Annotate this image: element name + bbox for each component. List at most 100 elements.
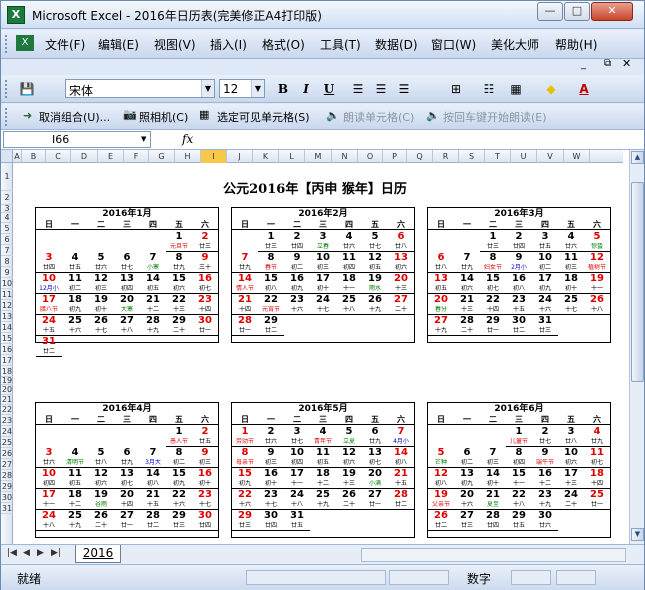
column-header-T[interactable]: T [485,150,511,163]
column-header-L[interactable]: L [279,150,305,163]
italic-button[interactable]: I [296,79,316,99]
column-header-P[interactable]: P [383,150,407,163]
calendar-day[interactable]: 19 [584,273,610,285]
column-header-M[interactable]: M [305,150,332,163]
calendar-day[interactable]: 10 [36,273,62,285]
calendar-day[interactable]: 5 [362,231,388,243]
calendar-day[interactable]: 28 [454,315,480,327]
align-center-icon[interactable]: ☰ [371,79,391,99]
calendar-day[interactable]: 17 [532,273,558,285]
calendar-day[interactable]: 6 [114,447,140,459]
calendar-day[interactable]: 11 [558,252,584,264]
font-color-icon[interactable]: A [574,79,594,99]
calendar-day[interactable]: 9 [258,447,284,459]
calendar-day[interactable]: 8 [506,447,532,459]
calendar-day[interactable]: 19 [428,489,454,501]
calendar-day[interactable]: 23 [284,294,310,306]
calendar-day[interactable]: 18 [310,468,336,480]
align-right-icon[interactable]: ☰ [394,79,414,99]
calendar-day[interactable]: 13 [114,468,140,480]
calendar-day[interactable]: 12 [336,447,362,459]
select-all-corner[interactable] [1,150,13,163]
calendar-day[interactable]: 21 [480,489,506,501]
calendar-day[interactable]: 24 [36,510,62,522]
calendar-day[interactable]: 3 [558,426,584,438]
calendar-day[interactable]: 13 [454,468,480,480]
calendar-day[interactable]: 3 [310,231,336,243]
calendar-day[interactable]: 12 [88,468,114,480]
calendar-day[interactable]: 28 [140,510,166,522]
calendar-day[interactable]: 7 [480,447,506,459]
calendar-day[interactable]: 22 [258,294,284,306]
row-header-29[interactable]: 29 [1,481,13,492]
column-header-E[interactable]: E [98,150,124,163]
calendar-day[interactable]: 12 [428,468,454,480]
speak-cells-button[interactable]: 朗读单元格(C) [343,109,414,125]
calendar-day[interactable]: 16 [258,468,284,480]
column-header-C[interactable]: C [46,150,71,163]
menu-view[interactable]: 视图(V) [152,34,198,55]
column-header-W[interactable]: W [564,150,590,163]
calendar-day[interactable]: 24 [558,489,584,501]
first-sheet-icon[interactable]: |◀ [7,548,17,558]
calendar-day[interactable]: 11 [336,252,362,264]
calendar-day[interactable]: 4 [310,426,336,438]
column-header-D[interactable]: D [71,150,98,163]
align-left-icon[interactable]: ☰ [348,79,368,99]
calendar-day[interactable]: 30 [258,510,284,522]
row-header-9[interactable]: 9 [1,267,13,278]
workbook-icon[interactable]: X [16,35,34,51]
calendar-day[interactable]: 26 [362,294,388,306]
toolbar-grip[interactable] [5,35,9,53]
calendar-day[interactable]: 19 [362,273,388,285]
calendar-day[interactable]: 20 [428,294,454,306]
calendar-day[interactable]: 1 [258,231,284,243]
calendar-day[interactable]: 18 [584,468,610,480]
calendar-day[interactable]: 24 [36,315,62,327]
horizontal-scrollbar[interactable] [361,548,626,562]
column-header-B[interactable]: B [22,150,46,163]
calendar-day[interactable]: 20 [454,489,480,501]
calendar-day[interactable]: 18 [62,294,88,306]
workbook-close-button[interactable]: ✕ [622,57,631,70]
borders-icon[interactable]: ▦ [506,79,526,99]
scroll-thumb[interactable] [631,182,644,382]
calendar-day[interactable]: 11 [584,447,610,459]
calendar-day[interactable]: 22 [166,294,192,306]
excel-app-icon[interactable]: X [7,6,25,24]
column-header-G[interactable]: G [149,150,175,163]
calendar-day[interactable]: 26 [336,489,362,501]
calendar-day[interactable]: 6 [114,252,140,264]
calendar-day[interactable]: 30 [192,315,218,327]
calendar-day[interactable]: 14 [388,447,414,459]
calendar-day[interactable]: 29 [480,315,506,327]
calendar-day[interactable]: 8 [480,252,506,264]
calendar-day[interactable]: 17 [310,273,336,285]
scroll-down-icon[interactable]: ▼ [631,528,644,541]
calendar-day[interactable]: 14 [140,273,166,285]
column-header-R[interactable]: R [433,150,459,163]
calendar-day[interactable]: 17 [558,468,584,480]
calendar-day[interactable]: 15 [166,468,192,480]
workbook-minimize-button[interactable]: _ [581,59,586,70]
calendar-day[interactable]: 22 [166,489,192,501]
calendar-day[interactable]: 19 [88,489,114,501]
calendar-day[interactable]: 31 [36,336,62,348]
calendar-day[interactable]: 5 [88,252,114,264]
calendar-day[interactable]: 20 [114,489,140,501]
scroll-up-icon[interactable]: ▲ [631,151,644,164]
calendar-day[interactable]: 23 [532,489,558,501]
calendar-day[interactable]: 15 [232,468,258,480]
row-header-11[interactable]: 11 [1,289,13,300]
calendar-day[interactable]: 4 [62,447,88,459]
vertical-scrollbar[interactable]: ▲ ▼ [629,150,644,544]
row-header-10[interactable]: 10 [1,278,13,289]
calendar-day[interactable]: 8 [166,447,192,459]
calendar-day[interactable]: 13 [114,273,140,285]
calendar-day[interactable]: 9 [506,252,532,264]
calendar-day[interactable]: 29 [166,510,192,522]
next-sheet-icon[interactable]: ▶ [37,548,44,558]
calendar-day[interactable]: 26 [428,510,454,522]
calendar-day[interactable]: 18 [558,273,584,285]
calendar-day[interactable]: 15 [480,273,506,285]
